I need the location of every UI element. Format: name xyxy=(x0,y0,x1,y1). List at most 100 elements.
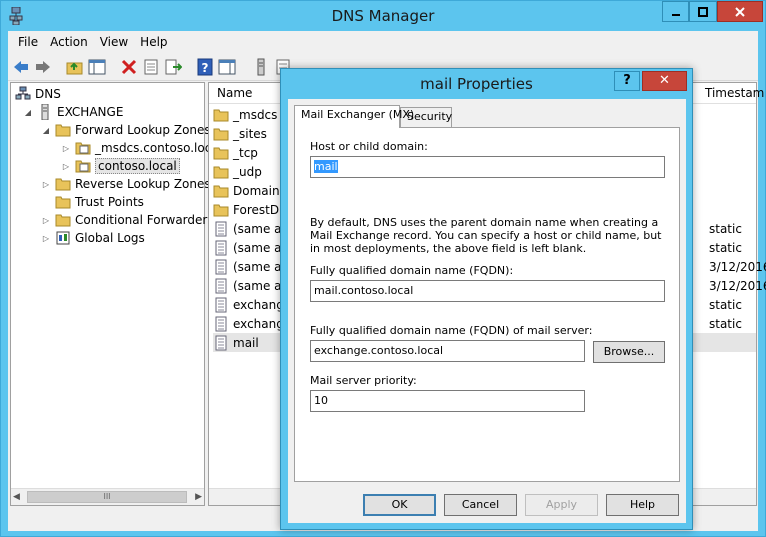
row-timestamp: static xyxy=(709,240,742,255)
dialog-close-button[interactable]: ✕ xyxy=(642,71,687,91)
folder-icon xyxy=(55,194,71,210)
scroll-left-icon[interactable]: ◀ xyxy=(13,492,20,502)
row-name: mail xyxy=(233,335,259,350)
collapse-arrow-icon[interactable]: ◢ xyxy=(41,126,51,135)
fqdn-field: mail.contoso.local xyxy=(310,280,665,302)
tree-label: _msdcs.contoso.loca xyxy=(95,141,219,155)
fqdn-label: Fully qualified domain name (FQDN): xyxy=(310,264,514,277)
folder-icon xyxy=(55,122,71,138)
host-value: mail xyxy=(314,160,338,173)
up-folder-icon[interactable] xyxy=(66,58,84,76)
menu-action[interactable]: Action xyxy=(44,35,94,49)
expand-arrow-icon[interactable]: ▷ xyxy=(61,162,71,171)
folder-icon xyxy=(213,202,229,218)
menu-file[interactable]: File xyxy=(12,35,44,49)
host-label: Host or child domain: xyxy=(310,140,428,153)
mail-server-field[interactable]: exchange.contoso.local xyxy=(310,340,585,362)
logs-icon xyxy=(55,230,71,246)
row-name: _msdcs xyxy=(233,107,278,122)
expand-arrow-icon[interactable]: ▷ xyxy=(41,216,51,225)
folder-icon xyxy=(213,164,229,180)
forward-arrow-icon[interactable] xyxy=(34,58,52,76)
scroll-thumb[interactable]: III xyxy=(27,491,187,503)
server-icon xyxy=(37,103,53,121)
record-icon xyxy=(213,240,229,256)
collapse-arrow-icon[interactable]: ◢ xyxy=(23,108,33,117)
ok-button[interactable]: OK xyxy=(363,494,436,516)
mx-tab-panel: Host or child domain: mail By default, D… xyxy=(294,127,680,482)
host-note: By default, DNS uses the parent domain n… xyxy=(310,216,662,255)
record-icon xyxy=(213,259,229,275)
expand-arrow-icon[interactable]: ▷ xyxy=(41,234,51,243)
console-tree: DNS ◢ EXCHANGE ◢ Forward Lookup Zones ▷ … xyxy=(10,82,219,506)
tree-trust-points[interactable]: Trust Points xyxy=(55,193,144,211)
delete-icon[interactable] xyxy=(120,58,138,76)
show-hide-tree-icon[interactable] xyxy=(88,58,106,76)
browse-button[interactable]: Browse... xyxy=(593,341,665,363)
expand-arrow-icon[interactable]: ▷ xyxy=(41,180,51,189)
window-title: DNS Manager xyxy=(331,7,435,25)
tree-conditional-forwarders[interactable]: ▷ Conditional Forwarders xyxy=(41,211,214,229)
dialog-body: Mail Exchanger (MX) Security Host or chi… xyxy=(288,99,686,523)
record-icon xyxy=(213,278,229,294)
tree-contoso-zone[interactable]: ▷ contoso.local xyxy=(61,157,180,175)
folder-icon xyxy=(213,145,229,161)
folder-icon xyxy=(213,107,229,123)
tree-label: Reverse Lookup Zones xyxy=(75,177,211,191)
row-name: _udp xyxy=(233,164,262,179)
zone-icon xyxy=(75,140,91,156)
maximize-button[interactable] xyxy=(689,1,717,22)
record-icon xyxy=(213,221,229,237)
tree-label: EXCHANGE xyxy=(57,105,124,119)
dns-icon xyxy=(15,86,31,102)
row-timestamp: static xyxy=(709,221,742,236)
close-icon xyxy=(735,6,745,17)
row-timestamp: static xyxy=(709,316,742,331)
scroll-right-icon[interactable]: ▶ xyxy=(195,492,202,502)
tab-mail-exchanger[interactable]: Mail Exchanger (MX) xyxy=(294,105,414,128)
title-bar[interactable]: DNS Manager xyxy=(1,1,765,31)
tree-server-exchange[interactable]: ◢ EXCHANGE xyxy=(23,103,123,121)
help-button[interactable]: Help xyxy=(606,494,679,516)
cancel-button[interactable]: Cancel xyxy=(444,494,517,516)
help-icon[interactable]: ? xyxy=(196,58,214,76)
tree-horizontal-scrollbar[interactable]: ◀ III ▶ xyxy=(11,488,204,505)
menu-view[interactable]: View xyxy=(94,35,134,49)
tree-label: Conditional Forwarders xyxy=(75,213,214,227)
tree-msdcs-zone[interactable]: ▷ _msdcs.contoso.loca xyxy=(61,139,219,157)
tree-label: Forward Lookup Zones xyxy=(75,123,211,137)
record-icon xyxy=(213,297,229,313)
row-timestamp: 3/12/2016 xyxy=(709,259,766,274)
record-icon xyxy=(213,335,229,351)
zone-icon xyxy=(75,158,91,174)
tree-reverse-lookup-zones[interactable]: ▷ Reverse Lookup Zones xyxy=(41,175,211,193)
mail-server-label: Fully qualified domain name (FQDN) of ma… xyxy=(310,324,593,337)
row-name: _tcp xyxy=(233,145,258,160)
priority-field[interactable]: 10 xyxy=(310,390,585,412)
host-field[interactable]: mail xyxy=(310,156,665,178)
dialog-help-button[interactable]: ? xyxy=(614,71,640,91)
tree-global-logs[interactable]: ▷ Global Logs xyxy=(41,229,145,247)
export-list-icon[interactable] xyxy=(164,58,183,76)
folder-icon xyxy=(213,183,229,199)
action-pane-icon[interactable] xyxy=(218,58,236,76)
back-arrow-icon[interactable] xyxy=(12,58,30,76)
priority-label: Mail server priority: xyxy=(310,374,417,387)
column-header-name[interactable]: Name xyxy=(217,86,252,100)
mail-properties-dialog: mail Properties ? ✕ Mail Exchanger (MX) … xyxy=(280,68,693,530)
menu-bar: File Action View Help xyxy=(8,31,758,53)
close-button[interactable] xyxy=(717,1,763,22)
expand-arrow-icon[interactable]: ▷ xyxy=(61,144,71,153)
tree-forward-lookup-zones[interactable]: ◢ Forward Lookup Zones xyxy=(41,121,211,139)
minimize-button[interactable] xyxy=(662,1,689,22)
tree-dns-root[interactable]: DNS xyxy=(15,85,61,103)
column-header-timestamp[interactable]: Timestam xyxy=(705,86,764,100)
server-icon[interactable] xyxy=(252,58,270,76)
tree-label: Global Logs xyxy=(75,231,145,245)
row-timestamp: static xyxy=(709,297,742,312)
apply-button[interactable]: Apply xyxy=(525,494,598,516)
menu-help[interactable]: Help xyxy=(134,35,173,49)
row-timestamp: 3/12/2016 xyxy=(709,278,766,293)
properties-icon[interactable] xyxy=(142,58,160,76)
folder-icon xyxy=(55,176,71,192)
